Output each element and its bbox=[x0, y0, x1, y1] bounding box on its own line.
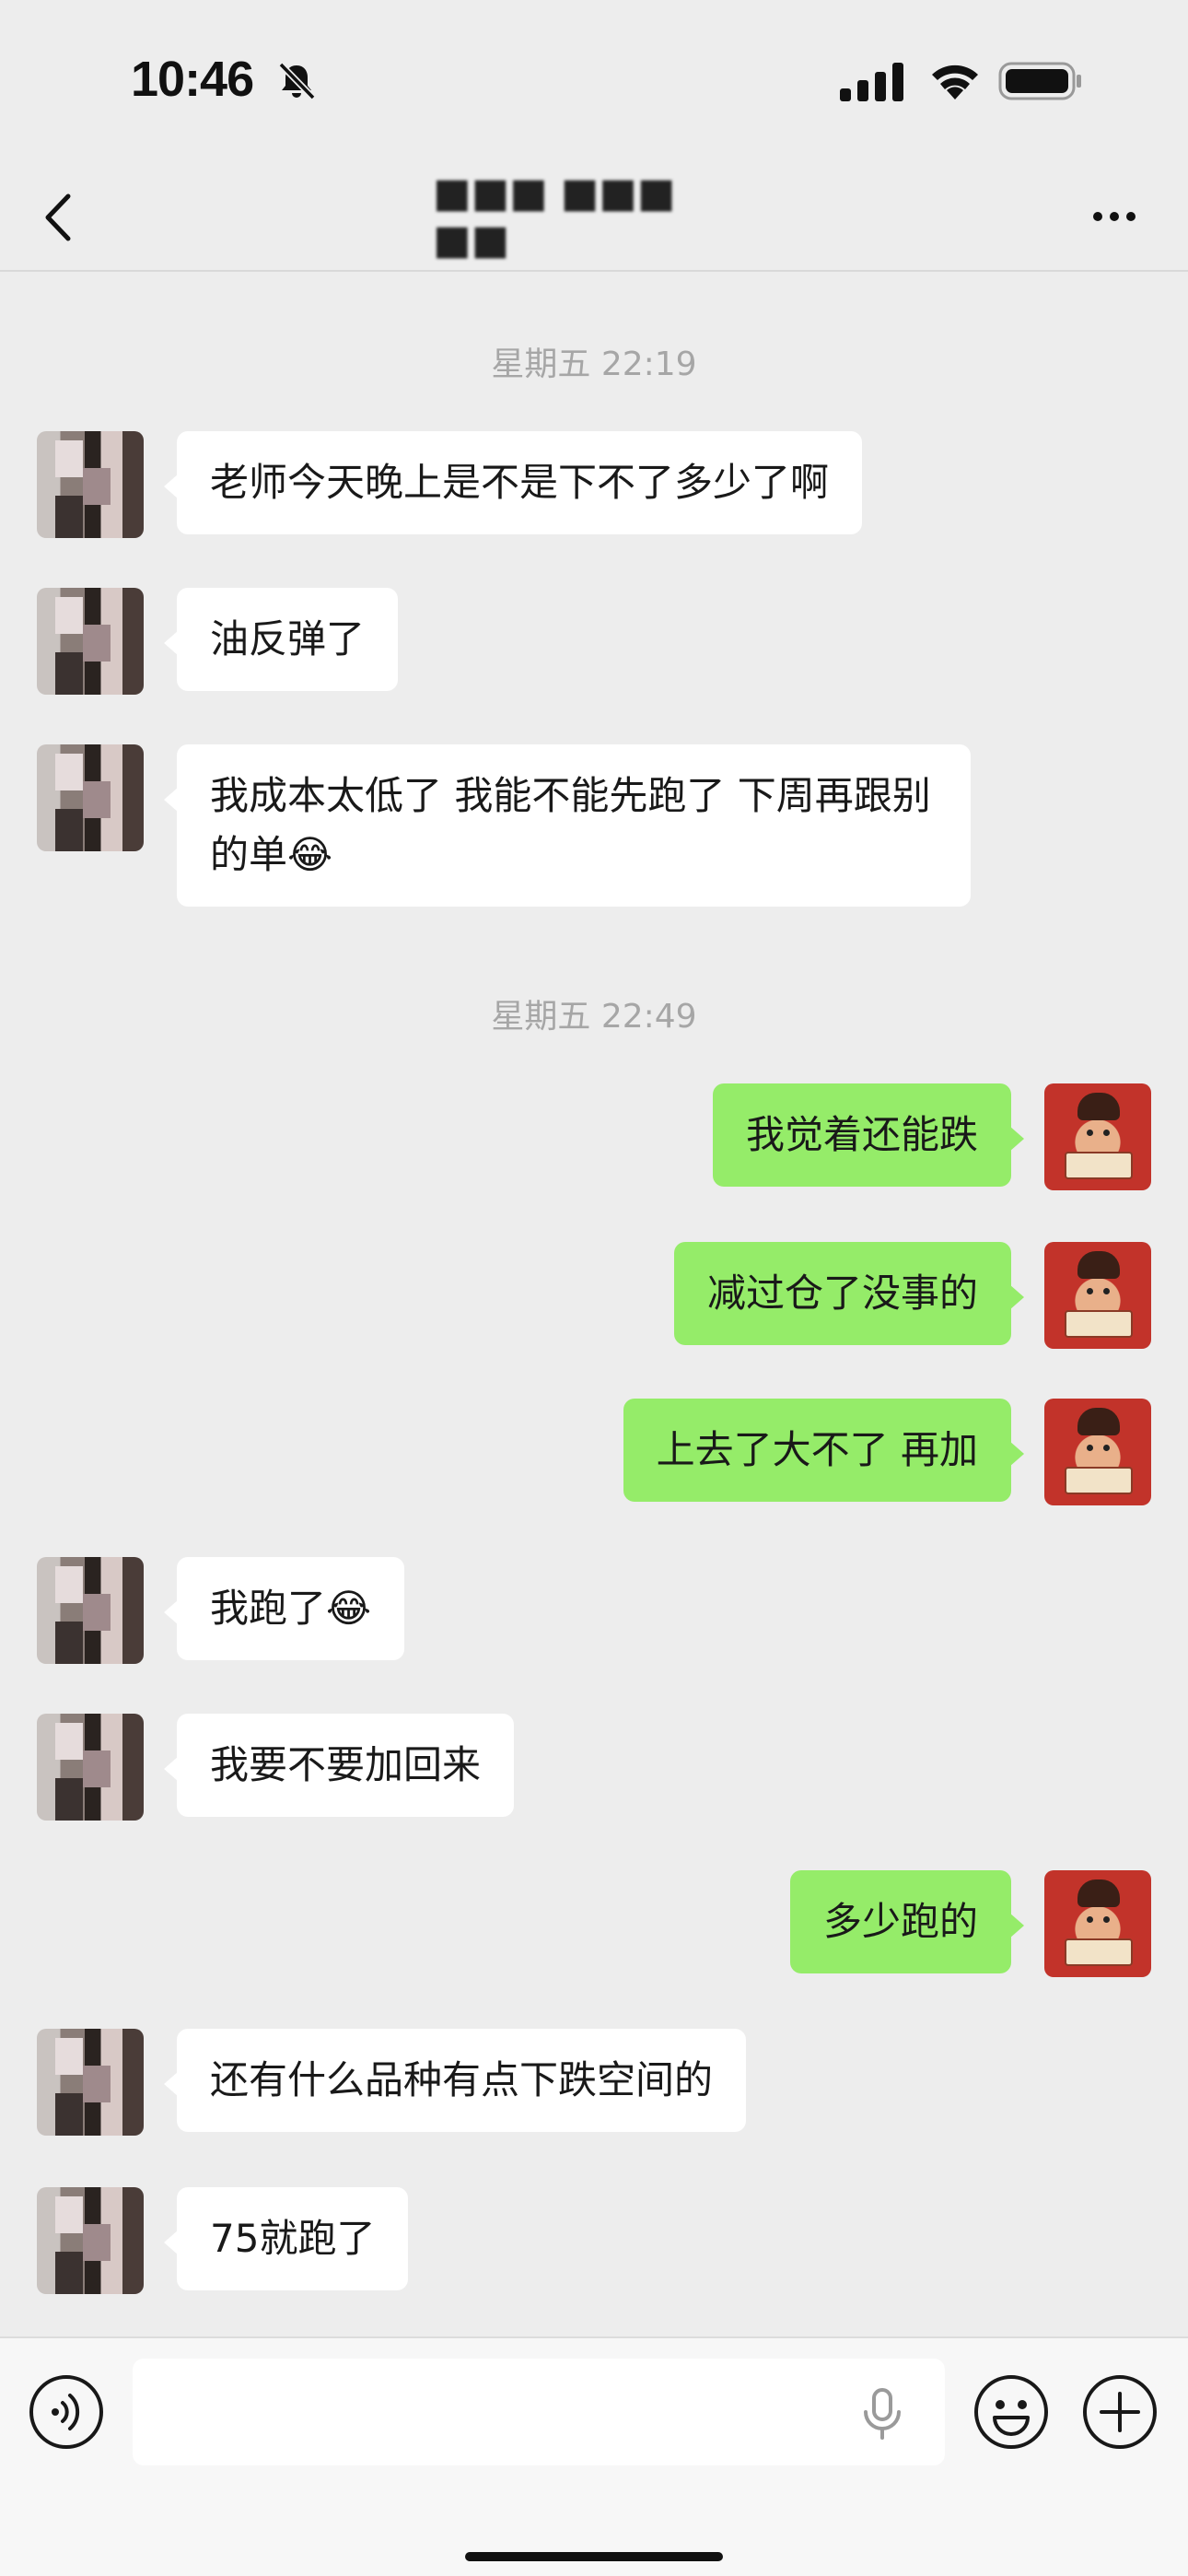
message-bubble-sent[interactable]: 我觉着还能跌 bbox=[712, 1083, 1025, 1187]
signal-icon bbox=[840, 63, 903, 101]
chat-header: ■■■ ■■■ ■■ bbox=[0, 161, 1188, 272]
status-time: 10:46 bbox=[131, 52, 254, 107]
avatar[interactable] bbox=[37, 1714, 144, 1821]
message-timestamp: 星期五 22:49 bbox=[491, 998, 697, 1036]
message-bubble-received[interactable]: 75就跑了 bbox=[163, 2187, 409, 2290]
chevron-left-icon[interactable] bbox=[37, 185, 83, 250]
avatar[interactable] bbox=[37, 431, 144, 538]
avatar[interactable] bbox=[37, 1557, 144, 1664]
voice-icon[interactable] bbox=[28, 2373, 105, 2451]
message-timestamp: 星期五 22:19 bbox=[491, 345, 697, 383]
avatar[interactable] bbox=[1044, 1870, 1151, 1977]
message-bubble-received[interactable]: 我成本太低了 我能不能先跑了 下周再跟别的单😂 bbox=[164, 744, 971, 907]
message-bubble-received[interactable]: 还有什么品种有点下跌空间的 bbox=[163, 2029, 747, 2132]
message-bubble-sent[interactable]: 减过仓了没事的 bbox=[673, 1242, 1025, 1345]
message-bubble-received[interactable]: 油反弹了 bbox=[163, 588, 399, 691]
message-bubble-received[interactable]: 我要不要加回来 bbox=[163, 1714, 515, 1817]
battery-icon bbox=[998, 62, 1081, 100]
avatar[interactable] bbox=[1044, 1083, 1151, 1190]
avatar[interactable] bbox=[1044, 1242, 1151, 1349]
message-bubble-sent[interactable]: 上去了大不了 再加 bbox=[623, 1399, 1025, 1502]
microphone-icon[interactable] bbox=[856, 2386, 908, 2441]
avatar[interactable] bbox=[37, 744, 144, 851]
message-input[interactable] bbox=[133, 2359, 945, 2465]
bell-off-icon bbox=[278, 62, 316, 100]
avatar[interactable] bbox=[1044, 1399, 1151, 1505]
home-indicator[interactable] bbox=[465, 2552, 723, 2561]
message-bubble-sent[interactable]: 多少跑的 bbox=[789, 1870, 1025, 1973]
chat-title: ■■■ ■■■ ■■ bbox=[433, 170, 676, 263]
input-bar bbox=[0, 2336, 1188, 2576]
more-icon[interactable] bbox=[1087, 198, 1142, 235]
status-bar: 10:46 bbox=[0, 0, 1188, 161]
message-bubble-received[interactable]: 我跑了😂 bbox=[163, 1557, 405, 1660]
avatar[interactable] bbox=[37, 588, 144, 695]
message-bubble-received[interactable]: 老师今天晚上是不是下不了多少了啊 bbox=[163, 431, 863, 534]
emoji-icon[interactable] bbox=[973, 2373, 1050, 2451]
avatar[interactable] bbox=[37, 2187, 144, 2294]
wifi-icon bbox=[932, 64, 978, 100]
avatar[interactable] bbox=[37, 2029, 144, 2136]
plus-icon[interactable] bbox=[1081, 2373, 1159, 2451]
